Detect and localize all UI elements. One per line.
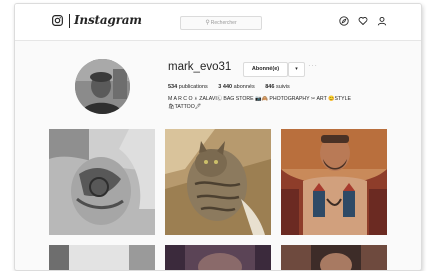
following-button[interactable]: Abonné(e) xyxy=(243,62,288,77)
post-image xyxy=(281,245,387,270)
post-thumbnail[interactable] xyxy=(49,245,155,270)
bio-line: 🛍TATTOO🖊 xyxy=(168,103,202,110)
post-thumbnail[interactable] xyxy=(49,129,155,235)
bio-line: M A R C O ♅ ZALAVIⓁ BAG STORE 📷🙈 PHOTOGR… xyxy=(168,96,351,102)
post-image xyxy=(281,129,387,235)
top-navigation-bar: Instagram ⚲Rechercher xyxy=(15,4,421,41)
dropdown-button[interactable]: ▾ xyxy=(288,62,305,77)
post-thumbnail[interactable] xyxy=(281,129,387,235)
avatar-photo xyxy=(75,59,130,114)
post-thumbnail[interactable] xyxy=(281,245,387,270)
browser-window: Instagram ⚲Rechercher mark_evo31 Abonné(… xyxy=(14,3,422,271)
stat-following[interactable]: 846 suivis xyxy=(265,84,289,90)
profile-bio: M A R C O ♅ ZALAVIⓁ BAG STORE 📷🙈 PHOTOGR… xyxy=(168,96,408,111)
person-icon[interactable] xyxy=(377,16,387,26)
post-thumbnail[interactable] xyxy=(165,129,271,235)
caret-down-icon: ▾ xyxy=(295,66,298,72)
logo-divider xyxy=(69,14,70,28)
profile-avatar[interactable] xyxy=(75,59,130,114)
search-input[interactable]: ⚲Rechercher xyxy=(180,16,262,30)
post-image xyxy=(165,245,271,270)
more-options-button[interactable]: ··· xyxy=(308,61,318,70)
post-image xyxy=(49,245,155,270)
heart-icon[interactable] xyxy=(358,16,368,26)
post-thumbnail[interactable] xyxy=(165,245,271,270)
search-icon: ⚲ xyxy=(205,20,210,26)
stat-followers[interactable]: 3 440 abonnés xyxy=(218,84,254,90)
post-image xyxy=(165,129,271,235)
instagram-wordmark[interactable]: Instagram xyxy=(74,13,142,27)
profile-stats: 534 publications 3 440 abonnés 846 suivi… xyxy=(168,84,299,90)
post-image xyxy=(49,129,155,235)
screenshot-stage: Instagram ⚲Rechercher mark_evo31 Abonné(… xyxy=(0,0,427,271)
compass-icon[interactable] xyxy=(339,16,349,26)
profile-username: mark_evo31 xyxy=(168,61,232,73)
instagram-camera-icon[interactable] xyxy=(52,15,63,26)
search-placeholder: Rechercher xyxy=(210,20,237,26)
stat-posts: 534 publications xyxy=(168,84,208,90)
